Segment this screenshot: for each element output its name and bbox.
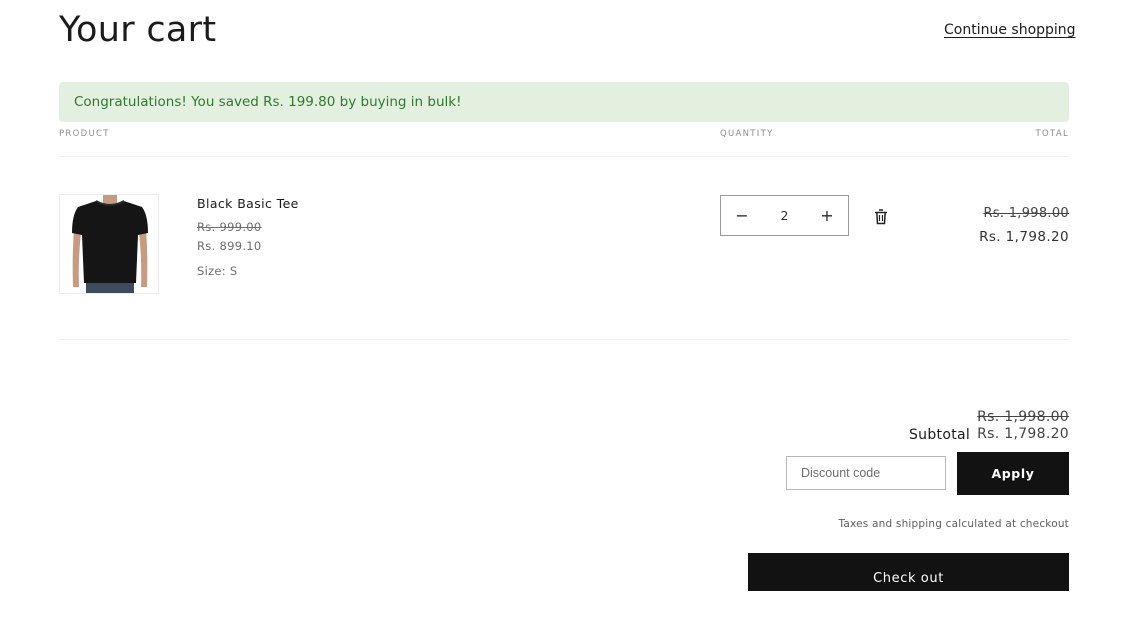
subtotal-label: Subtotal (909, 427, 971, 443)
subtotal-original: Rs. 1,998.00 (977, 409, 1069, 425)
line-total-original: Rs. 1,998.00 (983, 206, 1069, 221)
product-name[interactable]: Black Basic Tee (197, 196, 299, 211)
decrease-quantity-button[interactable]: − (721, 195, 763, 236)
apply-discount-button[interactable]: Apply (957, 452, 1069, 495)
quantity-value[interactable]: 2 (763, 208, 806, 223)
divider (59, 339, 1069, 340)
checkout-button[interactable]: Check out (748, 553, 1069, 591)
column-header-quantity: QUANTITY (720, 129, 774, 139)
divider (59, 156, 1069, 157)
increase-quantity-button[interactable]: + (806, 195, 848, 236)
product-price: Rs. 899.10 (197, 239, 262, 253)
discount-code-input[interactable] (786, 456, 946, 490)
line-total: Rs. 1,798.20 (979, 229, 1069, 245)
product-original-price: Rs. 999.00 (197, 220, 262, 234)
taxes-note: Taxes and shipping calculated at checkou… (838, 518, 1069, 530)
black-tshirt-icon (60, 195, 158, 293)
column-header-total: TOTAL (1035, 129, 1069, 139)
page-title: Your cart (59, 10, 217, 50)
continue-shopping-link[interactable]: Continue shopping (944, 22, 1076, 38)
subtotal-value: Rs. 1,798.20 (977, 426, 1069, 442)
remove-item-button[interactable] (874, 209, 888, 225)
trash-icon (875, 209, 887, 225)
product-size: Size: S (197, 264, 238, 278)
quantity-stepper: − 2 + (720, 195, 849, 236)
savings-banner: Congratulations! You saved Rs. 199.80 by… (59, 82, 1069, 122)
column-header-product: PRODUCT (59, 129, 110, 139)
product-image[interactable] (59, 194, 159, 294)
